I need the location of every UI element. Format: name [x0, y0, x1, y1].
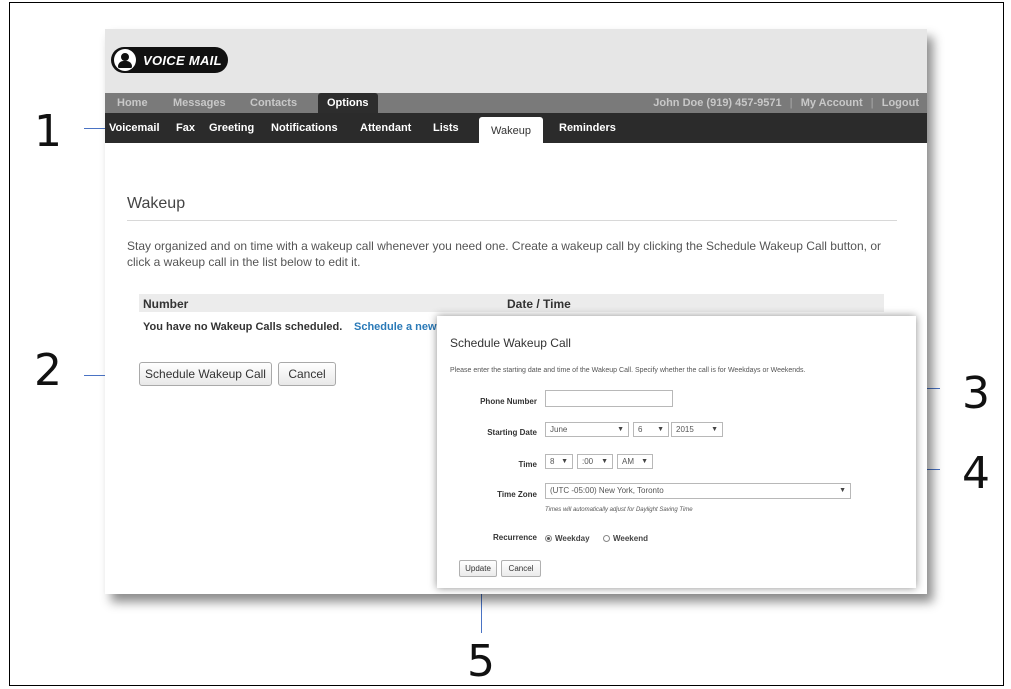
recurrence-label: Recurrence	[492, 533, 537, 542]
chevron-down-icon: ▼	[657, 426, 664, 433]
weekday-label[interactable]: Weekday	[555, 534, 590, 543]
account-info: John Doe (919) 457-9571	[653, 97, 782, 109]
schedule-wakeup-call-button[interactable]: Schedule Wakeup Call	[139, 362, 272, 386]
chevron-down-icon: ▼	[561, 458, 568, 465]
chevron-down-icon: ▼	[839, 487, 846, 494]
tab-fax[interactable]: Fax	[176, 122, 195, 134]
recurrence-options: Weekday Weekend	[545, 530, 657, 548]
chevron-down-icon: ▼	[617, 426, 624, 433]
time-zone-value: (UTC -05:00) New York, Toronto	[550, 486, 664, 495]
year-select[interactable]: 2015 ▼	[671, 422, 723, 437]
separator: |	[870, 97, 874, 109]
page-title: Wakeup	[127, 195, 186, 212]
cancel-button[interactable]: Cancel	[278, 362, 336, 386]
sub-navigation: Voicemail Fax Greeting Notifications Att…	[105, 113, 927, 143]
tab-contacts[interactable]: Contacts	[250, 97, 297, 109]
phone-number-label: Phone Number	[480, 397, 537, 406]
chevron-down-icon: ▼	[641, 458, 648, 465]
callout-4: 4	[962, 448, 990, 499]
callout-1-line	[84, 128, 106, 129]
intro-text: Stay organized and on time with a wakeup…	[127, 239, 881, 269]
schedule-wakeup-dialog: Schedule Wakeup Call Please enter the st…	[437, 316, 916, 588]
callout-2-line	[84, 375, 106, 376]
logout-link[interactable]: Logout	[878, 97, 923, 109]
tab-reminders[interactable]: Reminders	[559, 122, 616, 134]
month-select[interactable]: June ▼	[545, 422, 629, 437]
time-zone-label: Time Zone	[497, 490, 537, 499]
weekday-radio[interactable]	[545, 535, 552, 543]
update-button[interactable]: Update	[459, 560, 497, 577]
month-value: June	[550, 425, 568, 434]
separator: |	[789, 97, 793, 109]
hour-value: 8	[550, 457, 555, 466]
chevron-down-icon: ▼	[601, 458, 608, 465]
ampm-select[interactable]: AM ▼	[617, 454, 653, 469]
my-account-link[interactable]: My Account	[797, 97, 867, 109]
chevron-down-icon: ▼	[711, 426, 718, 433]
tab-wakeup[interactable]: Wakeup	[479, 117, 543, 143]
dialog-title: Schedule Wakeup Call	[450, 336, 571, 350]
callout-5: 5	[467, 636, 495, 687]
schedule-new-link[interactable]: Schedule a new	[354, 321, 437, 333]
empty-message: You have no Wakeup Calls scheduled.	[143, 321, 343, 333]
day-select[interactable]: 6 ▼	[633, 422, 669, 437]
minute-select[interactable]: :00 ▼	[577, 454, 613, 469]
callout-1: 1	[34, 106, 62, 157]
minute-value: :00	[582, 457, 594, 466]
year-value: 2015	[676, 425, 694, 434]
hour-select[interactable]: 8 ▼	[545, 454, 573, 469]
app-logo[interactable]: VOICE MAIL	[111, 47, 228, 73]
time-zone-hint: Times will automatically adjust for Dayl…	[545, 507, 693, 513]
weekend-radio[interactable]	[603, 535, 610, 543]
column-number: Number	[143, 297, 189, 311]
title-divider	[127, 220, 897, 221]
time-label: Time	[518, 460, 537, 469]
dialog-instructions: Please enter the starting date and time …	[450, 367, 806, 374]
tab-lists[interactable]: Lists	[433, 122, 459, 134]
weekend-label[interactable]: Weekend	[613, 534, 648, 543]
tab-greeting[interactable]: Greeting	[209, 122, 254, 134]
logo-text: VOICE MAIL	[143, 52, 222, 68]
ampm-value: AM	[622, 457, 634, 466]
phone-number-input[interactable]	[545, 390, 673, 407]
tab-attendant[interactable]: Attendant	[360, 122, 411, 134]
tab-options[interactable]: Options	[318, 93, 378, 113]
table-header: Number Date / Time	[139, 294, 884, 312]
tab-voicemail[interactable]: Voicemail	[109, 122, 160, 134]
header-bar: VOICE MAIL	[105, 29, 927, 94]
column-date-time: Date / Time	[507, 297, 571, 311]
tab-notifications[interactable]: Notifications	[271, 122, 338, 134]
person-icon	[114, 49, 136, 71]
tab-home[interactable]: Home	[117, 97, 148, 109]
day-value: 6	[638, 425, 643, 434]
time-zone-select[interactable]: (UTC -05:00) New York, Toronto ▼	[545, 483, 851, 499]
dialog-cancel-button[interactable]: Cancel	[501, 560, 541, 577]
top-navigation: Home Messages Contacts Options John Doe …	[105, 93, 927, 113]
starting-date-label: Starting Date	[487, 428, 537, 437]
tab-messages[interactable]: Messages	[173, 97, 226, 109]
callout-3: 3	[962, 368, 990, 419]
account-links: John Doe (919) 457-9571 | My Account | L…	[649, 97, 923, 109]
callout-2: 2	[34, 345, 62, 396]
